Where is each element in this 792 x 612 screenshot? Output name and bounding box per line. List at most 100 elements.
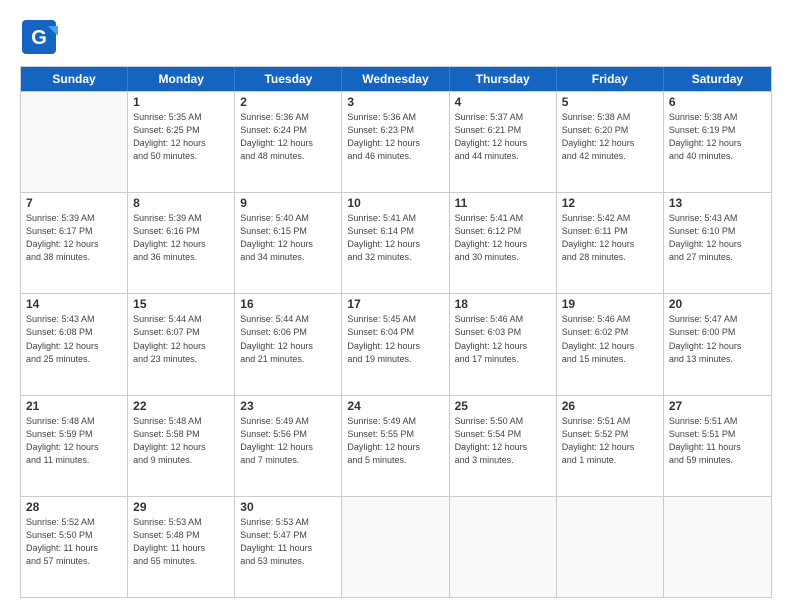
day-info: Sunrise: 5:41 AM Sunset: 6:14 PM Dayligh…: [347, 212, 443, 264]
day-number: 9: [240, 196, 336, 210]
day-number: 11: [455, 196, 551, 210]
day-info: Sunrise: 5:38 AM Sunset: 6:19 PM Dayligh…: [669, 111, 766, 163]
day-number: 29: [133, 500, 229, 514]
day-info: Sunrise: 5:36 AM Sunset: 6:23 PM Dayligh…: [347, 111, 443, 163]
calendar-cell: [557, 497, 664, 597]
calendar-cell: 11 Sunrise: 5:41 AM Sunset: 6:12 PM Dayli…: [450, 193, 557, 293]
calendar-body: 1Sunrise: 5:35 AM Sunset: 6:25 PM Daylig…: [21, 91, 771, 597]
calendar-header: SundayMondayTuesdayWednesdayThursdayFrid…: [21, 67, 771, 91]
day-number: 1: [133, 95, 229, 109]
day-number: 16: [240, 297, 336, 311]
calendar-cell: 18Sunrise: 5:46 AM Sunset: 6:03 PM Dayli…: [450, 294, 557, 394]
calendar-cell: 25 Sunrise: 5:50 AM Sunset: 5:54 PM Dayli…: [450, 396, 557, 496]
day-number: 6: [669, 95, 766, 109]
weekday-header-sunday: Sunday: [21, 67, 128, 91]
day-number: 4: [455, 95, 551, 109]
day-info: Sunrise: 5:39 AM Sunset: 6:17 PM Dayligh…: [26, 212, 122, 264]
weekday-header-saturday: Saturday: [664, 67, 771, 91]
calendar-cell: 15 Sunrise: 5:44 AM Sunset: 6:07 PM Dayli…: [128, 294, 235, 394]
calendar-row-2: 14 Sunrise: 5:43 AM Sunset: 6:08 PM Dayli…: [21, 293, 771, 394]
calendar-cell: 27 Sunrise: 5:51 AM Sunset: 5:51 PM Dayli…: [664, 396, 771, 496]
day-info: Sunrise: 5:53 AM Sunset: 5:47 PM Dayligh…: [240, 516, 336, 568]
calendar-cell: 21 Sunrise: 5:48 AM Sunset: 5:59 PM Dayli…: [21, 396, 128, 496]
page: G SundayMondayTuesdayWednesdayThursdayFr…: [0, 0, 792, 612]
day-info: Sunrise: 5:44 AM Sunset: 6:07 PM Dayligh…: [133, 313, 229, 365]
day-info: Sunrise: 5:51 AM Sunset: 5:51 PM Dayligh…: [669, 415, 766, 467]
day-info: Sunrise: 5:45 AM Sunset: 6:04 PM Dayligh…: [347, 313, 443, 365]
calendar-cell: 29 Sunrise: 5:53 AM Sunset: 5:48 PM Dayli…: [128, 497, 235, 597]
day-info: Sunrise: 5:39 AM Sunset: 6:16 PM Dayligh…: [133, 212, 229, 264]
day-number: 14: [26, 297, 122, 311]
day-number: 25: [455, 399, 551, 413]
calendar: SundayMondayTuesdayWednesdayThursdayFrid…: [20, 66, 772, 598]
calendar-row-0: 1Sunrise: 5:35 AM Sunset: 6:25 PM Daylig…: [21, 91, 771, 192]
weekday-header-monday: Monday: [128, 67, 235, 91]
calendar-cell: 8 Sunrise: 5:39 AM Sunset: 6:16 PM Daylig…: [128, 193, 235, 293]
svg-text:G: G: [31, 27, 47, 49]
day-info: Sunrise: 5:41 AM Sunset: 6:12 PM Dayligh…: [455, 212, 551, 264]
calendar-cell: 4 Sunrise: 5:37 AM Sunset: 6:21 PM Daylig…: [450, 92, 557, 192]
day-number: 22: [133, 399, 229, 413]
day-number: 10: [347, 196, 443, 210]
calendar-cell: 22 Sunrise: 5:48 AM Sunset: 5:58 PM Dayli…: [128, 396, 235, 496]
day-number: 8: [133, 196, 229, 210]
calendar-cell: 7 Sunrise: 5:39 AM Sunset: 6:17 PM Daylig…: [21, 193, 128, 293]
day-number: 27: [669, 399, 766, 413]
day-info: Sunrise: 5:48 AM Sunset: 5:59 PM Dayligh…: [26, 415, 122, 467]
weekday-header-friday: Friday: [557, 67, 664, 91]
day-number: 21: [26, 399, 122, 413]
day-number: 12: [562, 196, 658, 210]
calendar-cell: 9Sunrise: 5:40 AM Sunset: 6:15 PM Daylig…: [235, 193, 342, 293]
day-info: Sunrise: 5:37 AM Sunset: 6:21 PM Dayligh…: [455, 111, 551, 163]
day-info: Sunrise: 5:44 AM Sunset: 6:06 PM Dayligh…: [240, 313, 336, 365]
calendar-cell: 1Sunrise: 5:35 AM Sunset: 6:25 PM Daylig…: [128, 92, 235, 192]
day-info: Sunrise: 5:36 AM Sunset: 6:24 PM Dayligh…: [240, 111, 336, 163]
day-number: 15: [133, 297, 229, 311]
day-number: 26: [562, 399, 658, 413]
day-info: Sunrise: 5:43 AM Sunset: 6:08 PM Dayligh…: [26, 313, 122, 365]
day-info: Sunrise: 5:49 AM Sunset: 5:56 PM Dayligh…: [240, 415, 336, 467]
calendar-cell: 13 Sunrise: 5:43 AM Sunset: 6:10 PM Dayli…: [664, 193, 771, 293]
day-info: Sunrise: 5:51 AM Sunset: 5:52 PM Dayligh…: [562, 415, 658, 467]
calendar-row-3: 21 Sunrise: 5:48 AM Sunset: 5:59 PM Dayli…: [21, 395, 771, 496]
day-number: 19: [562, 297, 658, 311]
calendar-cell: 6 Sunrise: 5:38 AM Sunset: 6:19 PM Daylig…: [664, 92, 771, 192]
calendar-row-1: 7 Sunrise: 5:39 AM Sunset: 6:17 PM Daylig…: [21, 192, 771, 293]
calendar-cell: 30Sunrise: 5:53 AM Sunset: 5:47 PM Dayli…: [235, 497, 342, 597]
day-number: 3: [347, 95, 443, 109]
calendar-cell: 26 Sunrise: 5:51 AM Sunset: 5:52 PM Dayli…: [557, 396, 664, 496]
weekday-header-thursday: Thursday: [450, 67, 557, 91]
calendar-cell: 12 Sunrise: 5:42 AM Sunset: 6:11 PM Dayli…: [557, 193, 664, 293]
calendar-cell: 20Sunrise: 5:47 AM Sunset: 6:00 PM Dayli…: [664, 294, 771, 394]
day-number: 7: [26, 196, 122, 210]
calendar-cell: 28Sunrise: 5:52 AM Sunset: 5:50 PM Dayli…: [21, 497, 128, 597]
day-info: Sunrise: 5:43 AM Sunset: 6:10 PM Dayligh…: [669, 212, 766, 264]
calendar-cell: 24Sunrise: 5:49 AM Sunset: 5:55 PM Dayli…: [342, 396, 449, 496]
calendar-cell: [664, 497, 771, 597]
day-number: 5: [562, 95, 658, 109]
day-info: Sunrise: 5:50 AM Sunset: 5:54 PM Dayligh…: [455, 415, 551, 467]
calendar-cell: 23 Sunrise: 5:49 AM Sunset: 5:56 PM Dayli…: [235, 396, 342, 496]
day-number: 18: [455, 297, 551, 311]
calendar-cell: [21, 92, 128, 192]
day-info: Sunrise: 5:52 AM Sunset: 5:50 PM Dayligh…: [26, 516, 122, 568]
calendar-cell: 2Sunrise: 5:36 AM Sunset: 6:24 PM Daylig…: [235, 92, 342, 192]
day-info: Sunrise: 5:42 AM Sunset: 6:11 PM Dayligh…: [562, 212, 658, 264]
calendar-cell: [342, 497, 449, 597]
day-number: 13: [669, 196, 766, 210]
day-info: Sunrise: 5:46 AM Sunset: 6:02 PM Dayligh…: [562, 313, 658, 365]
header: G: [20, 18, 772, 56]
calendar-cell: [450, 497, 557, 597]
day-number: 24: [347, 399, 443, 413]
calendar-cell: 17 Sunrise: 5:45 AM Sunset: 6:04 PM Dayli…: [342, 294, 449, 394]
day-number: 23: [240, 399, 336, 413]
day-info: Sunrise: 5:48 AM Sunset: 5:58 PM Dayligh…: [133, 415, 229, 467]
day-number: 20: [669, 297, 766, 311]
day-info: Sunrise: 5:53 AM Sunset: 5:48 PM Dayligh…: [133, 516, 229, 568]
day-number: 17: [347, 297, 443, 311]
weekday-header-wednesday: Wednesday: [342, 67, 449, 91]
calendar-cell: 5Sunrise: 5:38 AM Sunset: 6:20 PM Daylig…: [557, 92, 664, 192]
calendar-cell: 10 Sunrise: 5:41 AM Sunset: 6:14 PM Dayli…: [342, 193, 449, 293]
weekday-header-tuesday: Tuesday: [235, 67, 342, 91]
logo: G: [20, 18, 62, 56]
